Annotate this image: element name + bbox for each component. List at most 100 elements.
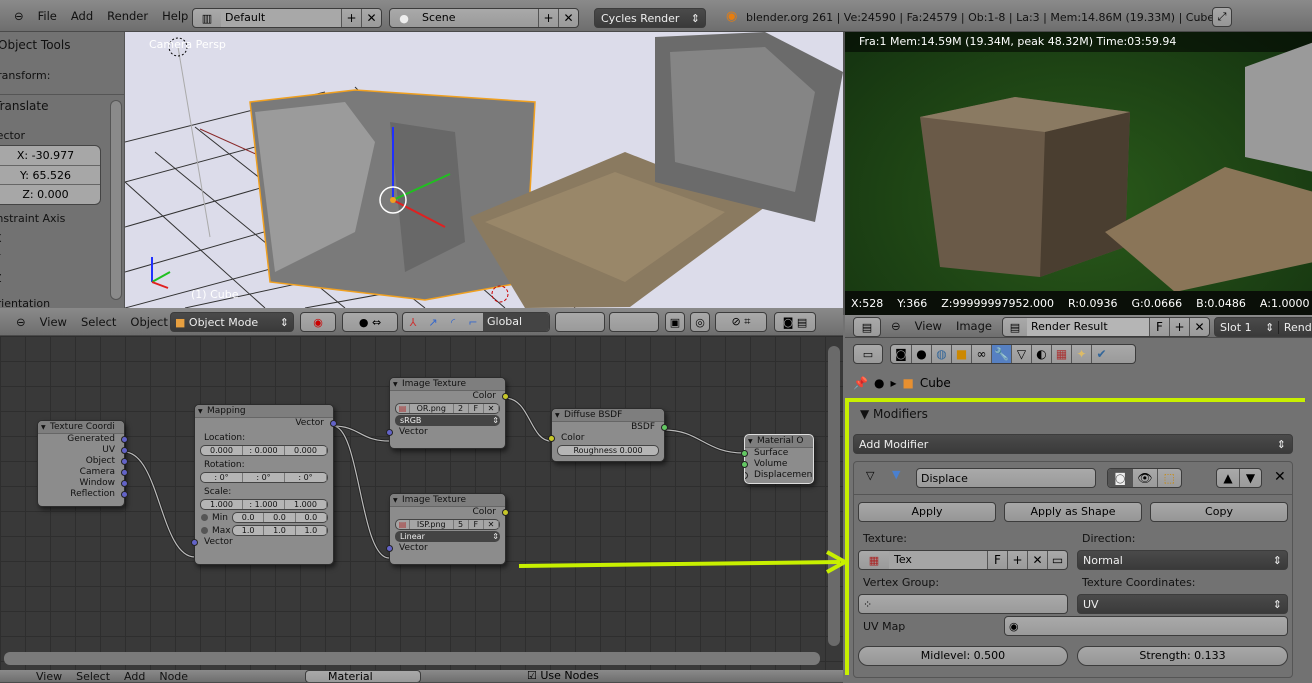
- layers-2[interactable]: [609, 312, 659, 332]
- max-checkbox[interactable]: [201, 527, 208, 534]
- apply-button[interactable]: Apply: [858, 502, 996, 522]
- tab-physics-icon[interactable]: ✔: [1091, 345, 1111, 363]
- modifier-name-input[interactable]: Displace: [916, 468, 1096, 488]
- min-fields[interactable]: 0.0 0.0 0.0: [232, 512, 328, 523]
- 3d-viewport[interactable]: Camera Persp (1) Cube: [125, 32, 843, 308]
- apply-as-shape-button[interactable]: Apply as Shape: [1004, 502, 1142, 522]
- rotation-fields[interactable]: : 0°: 0°: 0°: [200, 472, 328, 483]
- axis-z-checkbox[interactable]: Z: [0, 272, 2, 285]
- node-material-output[interactable]: Material O Surface Volume Displacemen: [741, 434, 814, 484]
- node-texture-coordinate[interactable]: Texture Coordi Generated UV Object Camer…: [37, 420, 128, 507]
- menu-file[interactable]: File: [38, 9, 57, 23]
- node-horizontal-scrollbar[interactable]: [4, 652, 820, 665]
- close-icon[interactable]: ✕: [361, 9, 381, 27]
- collapse-icon[interactable]: ⊖: [14, 9, 24, 23]
- render-engine-select[interactable]: Cycles Render ⇕: [594, 8, 706, 28]
- editor-type-select[interactable]: ▤: [853, 317, 881, 337]
- manipulator-group[interactable]: ⅄ ↗ ◜ ⌐ Global: [402, 312, 550, 332]
- menu-image[interactable]: Image: [956, 319, 992, 333]
- tab-texture-icon[interactable]: ▦: [1051, 345, 1071, 363]
- render-result-view[interactable]: Fra:1 Mem:14.59M (19.34M, peak 48.32M) T…: [843, 32, 1312, 315]
- color-space-select[interactable]: Linear ⇕: [395, 531, 500, 542]
- copy-button[interactable]: Copy: [1150, 502, 1288, 522]
- menu-add[interactable]: Add: [124, 670, 145, 682]
- image-selector[interactable]: ▤ ISP.png 5 F ✕: [395, 519, 500, 530]
- location-fields[interactable]: 0.000: 0.000 0.000: [200, 445, 328, 456]
- vector-z-field[interactable]: Z: 0.000: [0, 185, 100, 204]
- tab-scene-icon[interactable]: ●: [911, 345, 931, 363]
- slot-select[interactable]: Slot 1⇕ Render: [1214, 317, 1312, 337]
- vector-x-field[interactable]: X: -30.977: [0, 146, 100, 166]
- menu-select[interactable]: Select: [76, 670, 110, 682]
- menu-view[interactable]: View: [40, 315, 67, 329]
- direction-select[interactable]: Normal ⇕: [1077, 550, 1288, 570]
- fullscreen-icon[interactable]: ⤢: [1212, 7, 1232, 27]
- editor-type-select[interactable]: ▭: [853, 344, 883, 364]
- add-icon[interactable]: +: [1169, 318, 1189, 336]
- tool-shelf-scrollbar[interactable]: [110, 100, 122, 300]
- node-diffuse-bsdf[interactable]: Diffuse BSDF BSDF Color Roughness 0.000: [548, 408, 668, 462]
- menu-view[interactable]: View: [915, 319, 942, 333]
- shading-select[interactable]: ◉: [300, 312, 336, 332]
- proportional-edit-icon[interactable]: ◎: [690, 312, 710, 332]
- menu-node[interactable]: Node: [159, 670, 188, 682]
- tab-world-icon[interactable]: ◍: [931, 345, 951, 363]
- vertex-group-input[interactable]: ⁘: [858, 594, 1068, 614]
- material-selector[interactable]: Material: [305, 670, 421, 682]
- menu-render[interactable]: Render: [107, 9, 148, 23]
- image-selector[interactable]: ▤ Render Result F + ✕: [1002, 317, 1210, 337]
- vector-y-field[interactable]: Y: 65.526: [0, 166, 100, 185]
- viewport-toggle-icon[interactable]: 👁: [1132, 469, 1156, 487]
- image-selector[interactable]: ▤ OR.png 2 F ✕: [395, 403, 500, 414]
- transform-orientation-select[interactable]: Global: [483, 313, 549, 331]
- menu-select[interactable]: Select: [81, 315, 116, 329]
- add-icon[interactable]: +: [1007, 551, 1027, 569]
- node-editor[interactable]: Texture Coordi Generated UV Object Camer…: [0, 336, 843, 670]
- render-opengl-icon[interactable]: ◙ ▤: [774, 312, 816, 332]
- pin-icon[interactable]: 📌: [853, 376, 868, 390]
- node-mapping[interactable]: Mapping Vector Location: 0.000: 0.0000.0…: [191, 404, 337, 565]
- panel-header[interactable]: ▼ Modifiers: [860, 407, 928, 421]
- axis-x-checkbox[interactable]: X: [0, 232, 2, 245]
- tab-object-icon[interactable]: ■: [951, 345, 971, 363]
- tab-constraints-icon[interactable]: ∞: [971, 345, 991, 363]
- screen-layout-selector[interactable]: ▥ Default + ✕: [192, 8, 382, 28]
- collapse-icon[interactable]: ⊖: [16, 315, 26, 329]
- mode-select[interactable]: ■ Object Mode ⇕: [170, 312, 294, 332]
- move-up-icon[interactable]: ▲: [1217, 469, 1239, 487]
- remove-modifier-icon[interactable]: ✕: [1274, 469, 1286, 485]
- menu-help[interactable]: Help: [162, 9, 188, 23]
- add-icon[interactable]: +: [538, 9, 558, 27]
- close-icon[interactable]: ✕: [1027, 551, 1047, 569]
- pivot-select[interactable]: ● ⇔: [342, 312, 398, 332]
- tab-render-icon[interactable]: ◙: [891, 345, 911, 363]
- editmode-toggle-icon[interactable]: ⬚: [1156, 469, 1181, 487]
- tab-data-icon[interactable]: ▽: [1011, 345, 1031, 363]
- roughness-field[interactable]: Roughness 0.000: [557, 445, 659, 456]
- uv-map-input[interactable]: ◉: [1004, 616, 1288, 636]
- add-icon[interactable]: +: [341, 9, 361, 27]
- axis-y-checkbox[interactable]: Y: [0, 252, 1, 265]
- texture-properties-icon[interactable]: ▭: [1047, 551, 1067, 569]
- layers-1[interactable]: [555, 312, 605, 332]
- strength-slider[interactable]: Strength: 0.133: [1077, 646, 1288, 666]
- close-icon[interactable]: ✕: [558, 9, 578, 27]
- collapse-icon[interactable]: ⊖: [891, 319, 901, 333]
- texture-selector[interactable]: ▦ Tex F + ✕ ▭: [858, 550, 1068, 570]
- screen-name[interactable]: Default: [221, 9, 341, 27]
- menu-object[interactable]: Object: [130, 315, 167, 329]
- add-modifier-select[interactable]: Add Modifier ⇕: [853, 434, 1293, 454]
- menu-add[interactable]: Add: [71, 9, 93, 23]
- use-nodes-checkbox[interactable]: ☑ Use Nodes: [527, 670, 599, 682]
- node-image-texture-2[interactable]: Image Texture Color ▤ISP.png5F✕ Linear⇕ …: [386, 493, 509, 565]
- move-down-icon[interactable]: ▼: [1238, 469, 1261, 487]
- color-space-select[interactable]: sRGB ⇕: [395, 415, 500, 426]
- scene-selector[interactable]: ● Scene + ✕: [389, 8, 579, 28]
- min-checkbox[interactable]: [201, 514, 208, 521]
- max-fields[interactable]: 1.0 1.0 1.0: [232, 525, 328, 536]
- menu-view[interactable]: View: [36, 670, 62, 682]
- node-image-texture-1[interactable]: Image Texture Color ▤OR.png2F✕ sRGB⇕ Vec…: [386, 377, 509, 449]
- collapse-toggle-icon[interactable]: ▽: [866, 469, 874, 482]
- lock-layer-icon[interactable]: ▣: [665, 312, 685, 332]
- tab-particles-icon[interactable]: ✦: [1071, 345, 1091, 363]
